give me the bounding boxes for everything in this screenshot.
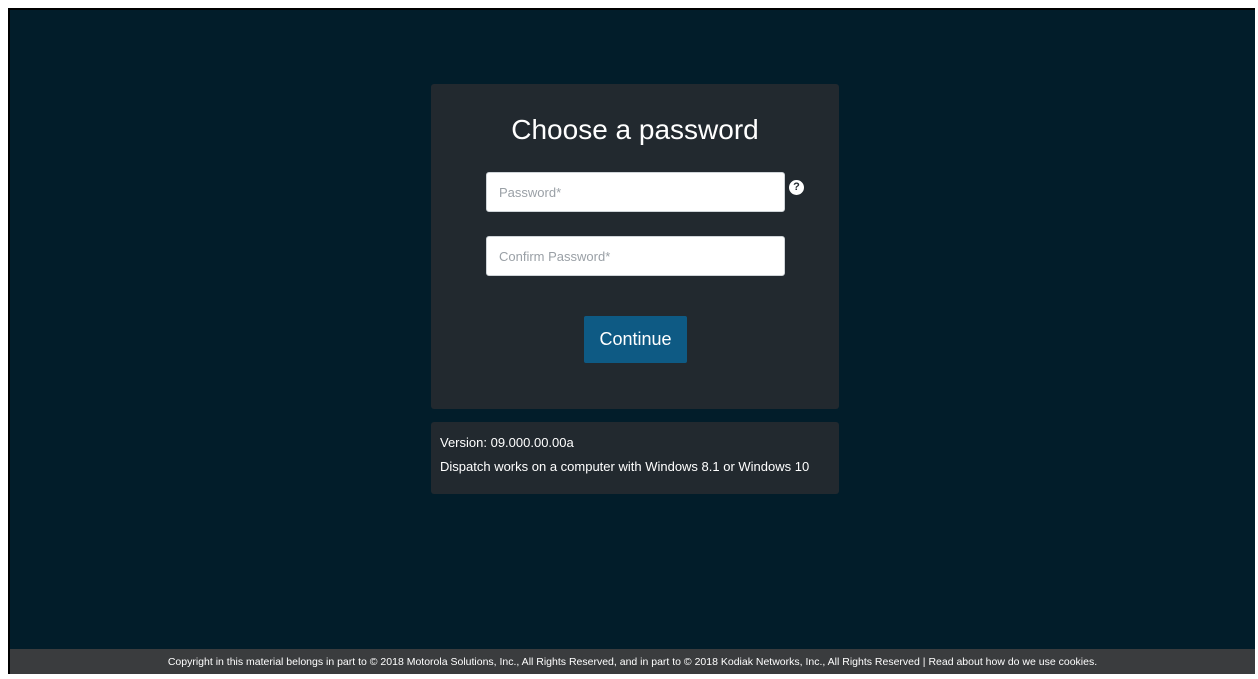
help-icon[interactable]: ? xyxy=(789,180,804,195)
password-input[interactable] xyxy=(486,172,785,212)
password-card: Choose a password ? Continue xyxy=(431,84,839,409)
cookies-link[interactable]: Read about how do we use cookies. xyxy=(928,656,1097,668)
copyright-text: Copyright in this material belongs in pa… xyxy=(167,656,929,668)
requirement-text: Dispatch works on a computer with Window… xyxy=(440,459,810,474)
version-info-panel: Version: 09.000.00.00a Dispatch works on… xyxy=(431,422,839,494)
footer: Copyright in this material belongs in pa… xyxy=(10,649,1255,674)
version-text: Version: 09.000.00.00a xyxy=(440,435,574,450)
page-title: Choose a password xyxy=(511,114,759,145)
confirm-password-input[interactable] xyxy=(486,236,785,276)
app-frame: Choose a password ? Continue Version: 09… xyxy=(8,8,1255,674)
continue-button[interactable]: Continue xyxy=(584,316,687,363)
